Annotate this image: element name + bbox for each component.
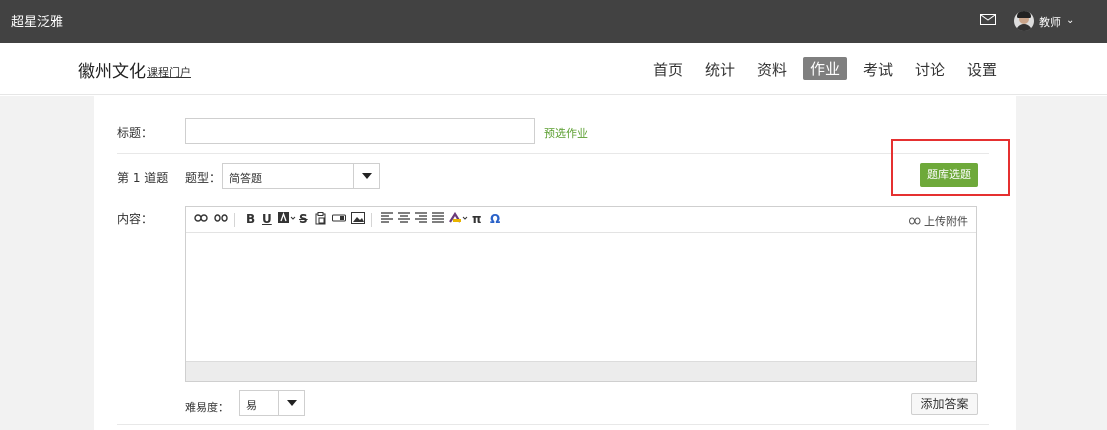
top-bar: 超星泛雅 教师 ⌄: [0, 0, 1107, 43]
align-right-icon[interactable]: [415, 212, 427, 226]
link-icon[interactable]: [194, 212, 208, 226]
toolbar-separator: [234, 213, 235, 227]
justify-icon[interactable]: [432, 212, 444, 226]
highlight-icon[interactable]: [449, 211, 469, 227]
divider: [117, 153, 989, 154]
avatar[interactable]: [1014, 11, 1034, 31]
pi-icon[interactable]: π: [472, 212, 482, 226]
question-number-label: 第 1 道题: [117, 171, 169, 185]
chevron-down-icon[interactable]: ⌄: [1066, 15, 1074, 26]
paperclip-icon: [908, 217, 920, 225]
nav-home[interactable]: 首页: [653, 59, 683, 80]
nav-settings[interactable]: 设置: [967, 59, 997, 80]
divider: [117, 424, 989, 425]
chevron-down-icon[interactable]: [353, 164, 379, 188]
title-input[interactable]: [185, 118, 535, 144]
course-title: 徽州文化: [78, 62, 146, 82]
user-name[interactable]: 教师: [1039, 14, 1061, 30]
rich-text-editor[interactable]: B U S π Ω 上传附件: [185, 206, 977, 382]
upload-attachment-button[interactable]: 上传附件: [908, 213, 968, 229]
course-portal-link[interactable]: 课程门户: [147, 64, 191, 80]
difficulty-label: 难易度：: [185, 401, 229, 414]
highlight-box: [891, 139, 1010, 196]
nav-materials[interactable]: 资料: [757, 59, 787, 80]
add-answer-button[interactable]: 添加答案: [911, 393, 978, 415]
difficulty-select[interactable]: 易: [239, 390, 305, 416]
preview-homework-link[interactable]: 预选作业: [544, 125, 588, 141]
unlink-icon[interactable]: [214, 212, 228, 226]
align-center-icon[interactable]: [398, 212, 410, 226]
image-icon[interactable]: [351, 212, 365, 227]
upload-label: 上传附件: [924, 215, 968, 228]
font-color-icon[interactable]: [278, 212, 296, 227]
question-type-select[interactable]: 简答题: [222, 163, 380, 189]
paste-icon[interactable]: [315, 212, 327, 228]
omega-icon[interactable]: Ω: [490, 212, 500, 226]
title-label: 标题：: [117, 126, 154, 140]
underline-icon[interactable]: U: [262, 212, 272, 226]
input-icon[interactable]: [332, 212, 346, 226]
nav-homework[interactable]: 作业: [803, 57, 848, 80]
difficulty-value: 易: [246, 399, 257, 412]
strikethrough-icon[interactable]: S: [299, 212, 308, 226]
editor-status-bar: [186, 361, 976, 381]
editor-toolbar: B U S π Ω 上传附件: [186, 207, 976, 233]
align-left-icon[interactable]: [381, 212, 393, 226]
bold-icon[interactable]: B: [246, 212, 255, 226]
content-label: 内容：: [117, 212, 154, 226]
nav-discussion[interactable]: 讨论: [915, 59, 945, 80]
toolbar-separator: [371, 213, 372, 227]
chevron-down-icon[interactable]: [278, 391, 304, 415]
course-header: 徽州文化 课程门户 首页 统计 资料 作业 考试 讨论 设置: [0, 43, 1107, 95]
mail-icon[interactable]: [980, 14, 996, 25]
nav-exam[interactable]: 考试: [863, 59, 893, 80]
question-type-label: 题型：: [185, 171, 222, 185]
nav-stats[interactable]: 统计: [705, 59, 735, 80]
question-type-value: 简答题: [229, 172, 262, 185]
brand-name[interactable]: 超星泛雅: [11, 11, 63, 30]
